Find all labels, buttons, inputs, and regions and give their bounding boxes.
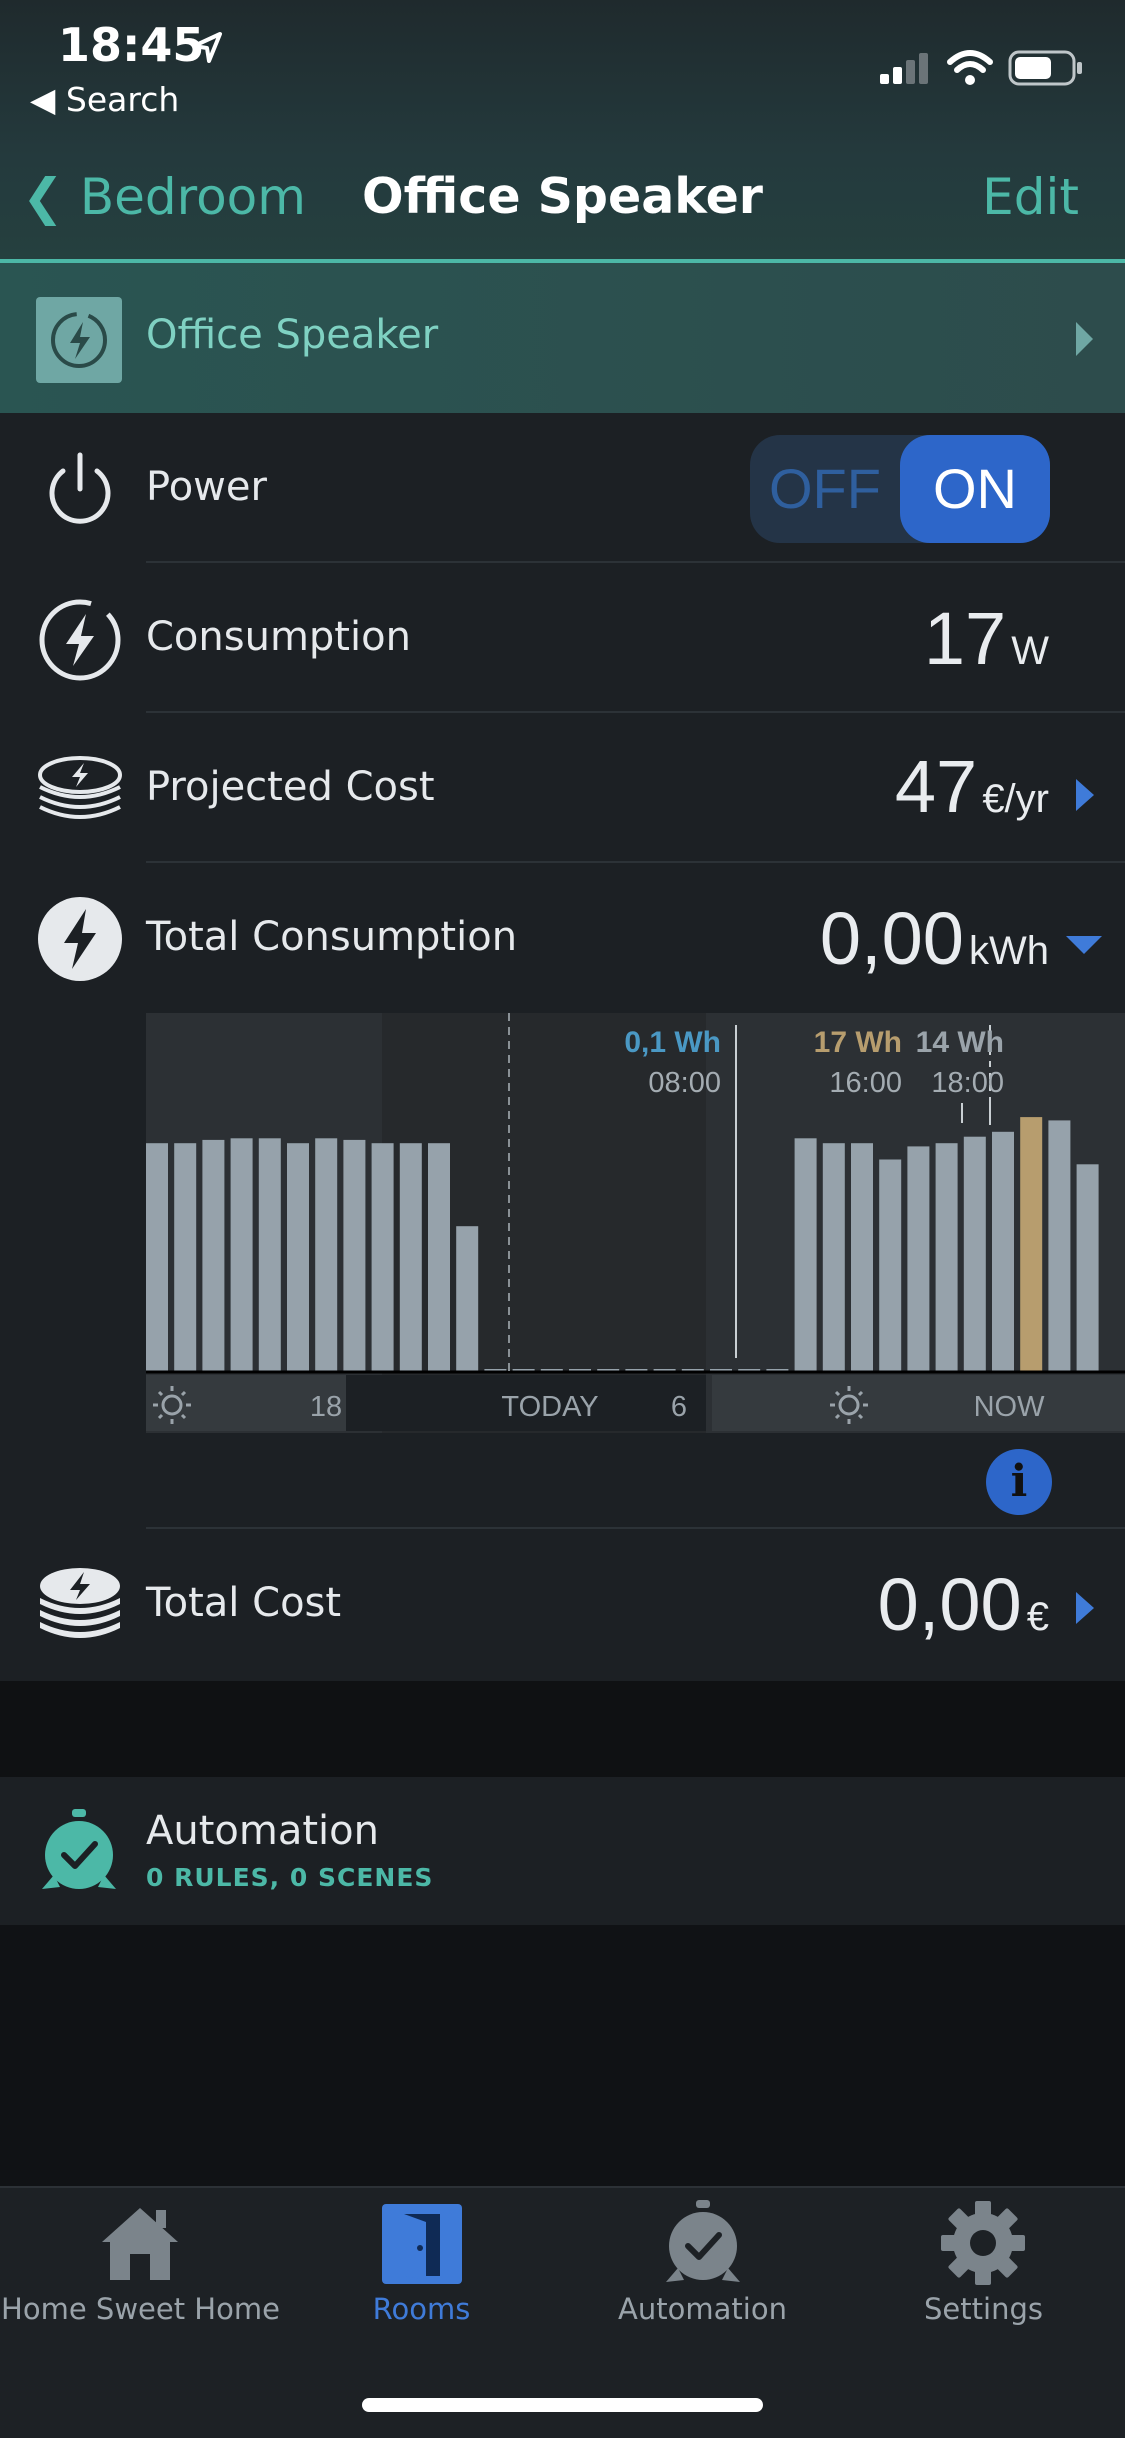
page-title: Office Speaker xyxy=(362,168,763,225)
power-off-option[interactable]: OFF xyxy=(750,435,900,543)
total-consumption-label: Total Consumption xyxy=(146,914,518,960)
x-tick-6: 6 xyxy=(671,1391,687,1423)
location-arrow-icon xyxy=(192,32,222,63)
chart-bar xyxy=(315,1138,338,1371)
back-app-label: Search xyxy=(65,80,180,119)
section-gap xyxy=(0,1681,1125,1777)
chart-bar xyxy=(1076,1164,1099,1371)
total-consumption-value-group[interactable]: 0,00 kWh xyxy=(820,896,1049,981)
chart-bars xyxy=(146,1117,1099,1371)
total-cost-label: Total Cost xyxy=(146,1580,342,1626)
chart-bar xyxy=(1048,1120,1071,1371)
chart-bar xyxy=(935,1143,958,1371)
chart-bar xyxy=(399,1143,422,1371)
consumption-chart-svg: 0,1 Wh 08:00 17 Wh 16:00 14 Wh 18:00 18 … xyxy=(146,1013,1125,1433)
chart-bar xyxy=(963,1136,986,1371)
projected-cost-label: Projected Cost xyxy=(146,764,435,810)
annotation-value-1800: 14 Wh xyxy=(916,1026,1004,1059)
status-time: 18:45 xyxy=(58,18,205,72)
annotation-time-0800: 08:00 xyxy=(648,1067,721,1099)
chart-bar xyxy=(174,1143,197,1371)
annotation-value-0800: 0,1 Wh xyxy=(624,1026,721,1059)
projected-cost-value: 47 xyxy=(894,745,978,828)
chart-bar xyxy=(230,1138,253,1371)
x-tick-18: 18 xyxy=(310,1391,342,1423)
divider xyxy=(146,561,1125,563)
coin-stack-filled-icon xyxy=(40,1568,120,1638)
lightning-bolt-icon xyxy=(39,599,121,681)
total-consumption-unit: kWh xyxy=(969,929,1049,973)
gear-icon xyxy=(941,2201,1025,2285)
annotation-time-1800: 18:00 xyxy=(931,1067,1004,1099)
chart-bar xyxy=(371,1143,394,1371)
x-tick-today: TODAY xyxy=(501,1391,598,1423)
chart-bar xyxy=(794,1138,817,1371)
info-button[interactable]: i xyxy=(986,1449,1052,1515)
chart-bar xyxy=(456,1226,479,1371)
x-tick-now: NOW xyxy=(974,1391,1046,1423)
total-consumption-expand-icon[interactable] xyxy=(1066,936,1102,954)
home-indicator xyxy=(362,2398,763,2412)
chart-bar xyxy=(879,1159,902,1371)
door-icon xyxy=(382,2204,462,2284)
total-cost-value-group[interactable]: 0,00 € xyxy=(878,1562,1049,1647)
back-to-search-link[interactable]: ◀ Search xyxy=(30,80,179,119)
wifi-icon xyxy=(947,50,993,85)
annotation-time-1600: 16:00 xyxy=(829,1067,902,1099)
coin-stack-icon xyxy=(38,756,122,819)
consumption-value-group: 17 W xyxy=(924,596,1049,681)
consumption-value: 17 xyxy=(923,597,1007,680)
tab-automation-label: Automation xyxy=(618,2292,787,2326)
power-icon xyxy=(49,452,111,524)
divider xyxy=(146,861,1125,863)
total-cost-chevron-icon[interactable] xyxy=(1076,1592,1094,1624)
projected-cost-value-group[interactable]: 47 €/yr xyxy=(895,744,1049,829)
total-cost-unit: € xyxy=(1026,1595,1049,1639)
divider xyxy=(146,711,1125,713)
chart-bar xyxy=(851,1143,873,1371)
battery-icon xyxy=(1008,50,1082,86)
power-on-option[interactable]: ON xyxy=(900,435,1050,543)
edit-button[interactable]: Edit xyxy=(982,168,1079,226)
chart-bar xyxy=(992,1131,1014,1371)
device-icon xyxy=(36,297,122,383)
cellular-signal-icon xyxy=(880,53,928,84)
automation-subtitle: 0 RULES, 0 SCENES xyxy=(146,1863,434,1892)
chart-bar xyxy=(287,1143,309,1371)
chart-bar xyxy=(343,1139,366,1371)
total-consumption-value: 0,00 xyxy=(819,897,964,980)
chart-bar xyxy=(822,1143,845,1371)
tab-rooms-label: Rooms xyxy=(372,2292,471,2326)
chart-bar xyxy=(428,1143,450,1371)
annotation-value-1600: 17 Wh xyxy=(814,1026,902,1059)
device-name: Office Speaker xyxy=(146,312,439,358)
automation-label: Automation xyxy=(146,1808,379,1854)
chart-bar xyxy=(146,1143,168,1371)
chart-bar xyxy=(258,1138,281,1371)
back-triangle-icon: ◀ xyxy=(30,80,56,119)
projected-cost-chevron-icon[interactable] xyxy=(1076,779,1094,811)
consumption-label: Consumption xyxy=(146,614,411,660)
lightning-bolt-filled-icon xyxy=(38,897,122,981)
tab-home-label: Home Sweet Home xyxy=(1,2292,280,2326)
consumption-unit: W xyxy=(1011,629,1049,673)
device-chevron-icon[interactable] xyxy=(1076,322,1093,356)
tab-settings-label: Settings xyxy=(924,2292,1043,2326)
chart-bar xyxy=(907,1146,930,1371)
total-cost-value: 0,00 xyxy=(877,1563,1022,1646)
divider xyxy=(146,1527,1125,1529)
house-icon xyxy=(102,2208,178,2280)
projected-cost-unit: €/yr xyxy=(982,777,1049,821)
power-label: Power xyxy=(146,464,267,510)
chart-bar xyxy=(202,1139,225,1371)
alarm-clock-icon xyxy=(42,1809,116,1889)
alarm-clock-icon xyxy=(666,2200,740,2282)
chart-bar xyxy=(1020,1117,1043,1371)
